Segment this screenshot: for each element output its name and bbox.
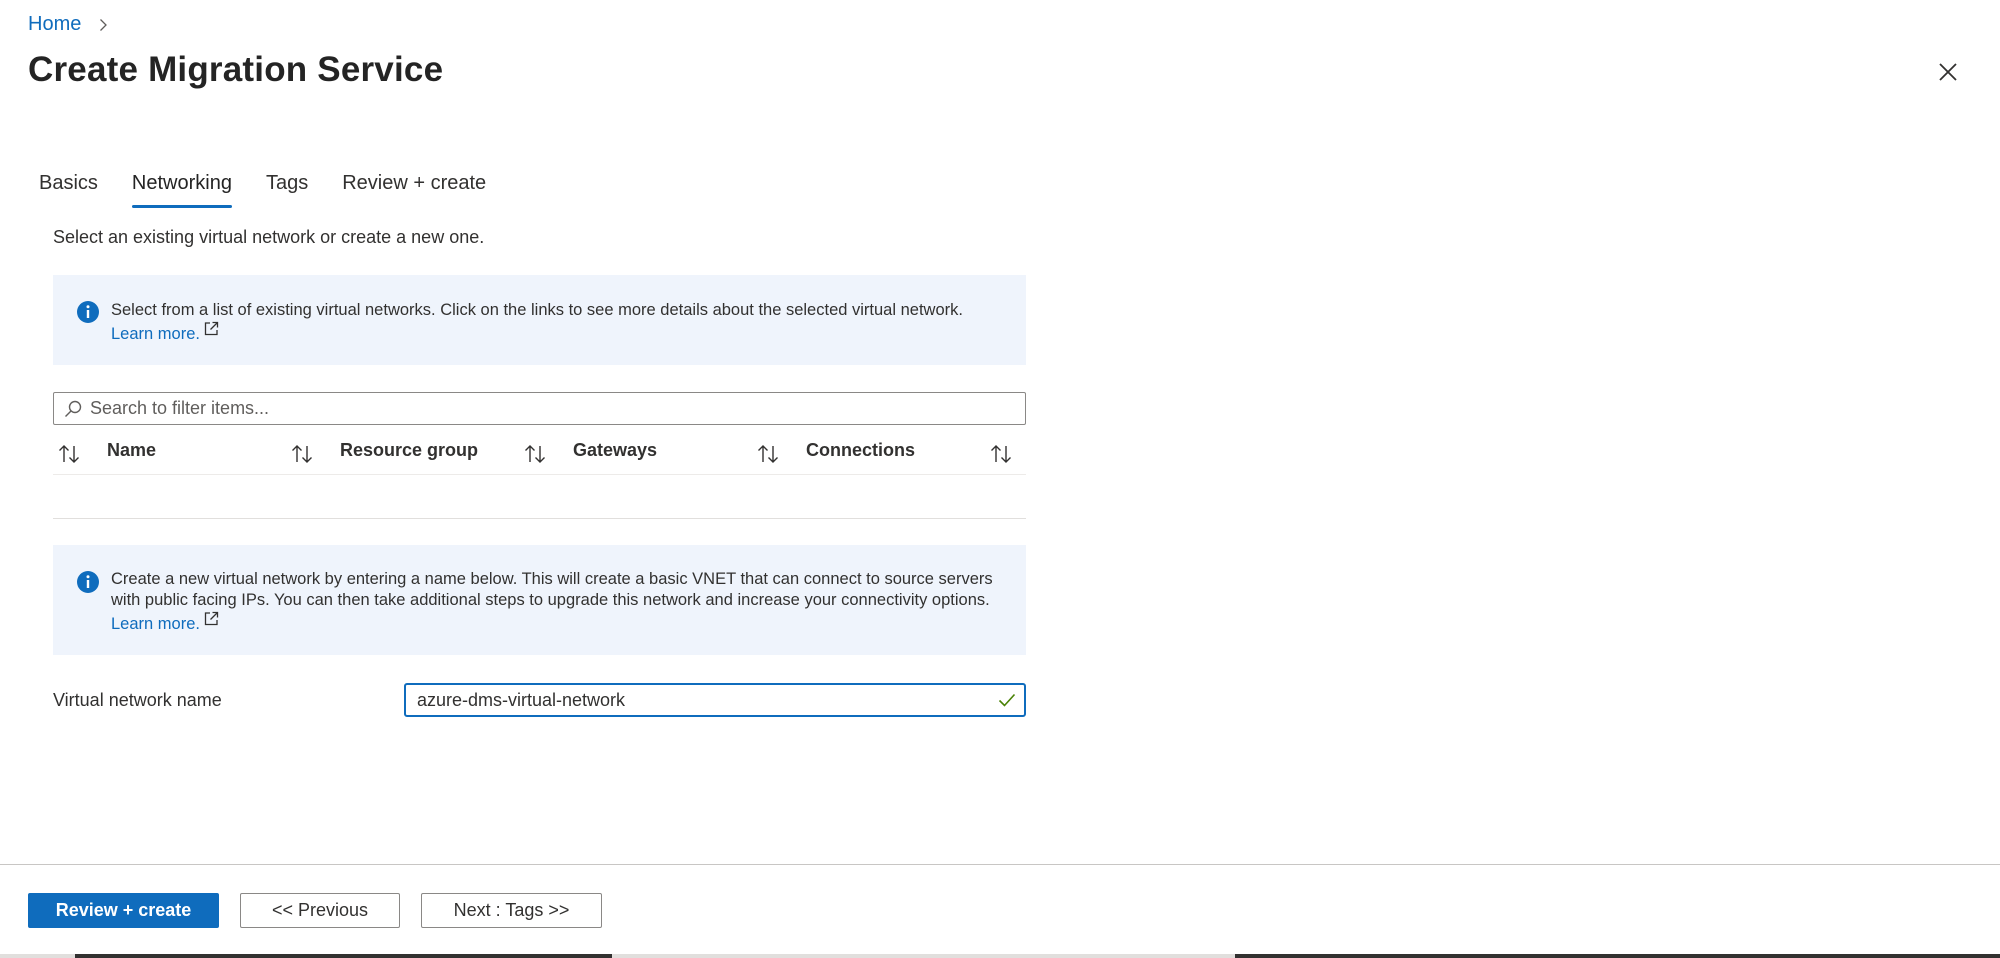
chevron-right-icon [100, 18, 108, 31]
networking-intro-text: Select an existing virtual network or cr… [53, 227, 485, 247]
close-button[interactable] [1932, 56, 1964, 88]
search-input[interactable] [90, 398, 990, 419]
window-bottom-bar [0, 954, 2000, 958]
close-icon [1939, 63, 1957, 81]
sort-icon[interactable] [989, 443, 1013, 465]
review-create-button[interactable]: Review + create [28, 893, 219, 928]
tab-basics[interactable]: Basics [39, 168, 98, 208]
footer-divider [0, 864, 2000, 865]
next-tags-button[interactable]: Next : Tags >> [421, 893, 602, 928]
filter-search-box[interactable] [53, 392, 1026, 425]
info-banner-text: Create a new virtual network by entering… [111, 569, 1006, 635]
info-icon [77, 301, 99, 323]
info-banner-existing-networks: Select from a list of existing virtual n… [53, 275, 1026, 365]
sort-icon[interactable] [523, 443, 547, 465]
virtual-network-name-field[interactable] [404, 683, 1026, 717]
vnet-grid-header: Name Resource group Gateways Connections [53, 433, 1026, 475]
info-existing-text: Select from a list of existing virtual n… [111, 301, 963, 319]
tab-networking[interactable]: Networking [131, 168, 233, 208]
breadcrumb-home-link[interactable]: Home [28, 13, 81, 36]
vnet-grid-body [53, 475, 1026, 519]
tab-tags[interactable]: Tags [266, 168, 308, 208]
bottom-bar-segment [1235, 954, 2000, 958]
column-header-resource-group[interactable]: Resource group [340, 440, 478, 461]
virtual-network-name-label: Virtual network name [53, 690, 222, 710]
checkmark-icon [998, 693, 1016, 707]
tab-review-create[interactable]: Review + create [342, 168, 486, 208]
column-header-gateways[interactable]: Gateways [573, 440, 657, 461]
learn-more-link[interactable]: Learn more. [111, 325, 200, 343]
virtual-network-name-input[interactable] [417, 689, 977, 711]
wizard-tabs: Basics Networking Tags Review + create [39, 168, 520, 208]
sort-icon[interactable] [756, 443, 780, 465]
previous-button[interactable]: << Previous [240, 893, 400, 928]
sort-icon[interactable] [290, 443, 314, 465]
info-new-text: Create a new virtual network by entering… [111, 570, 993, 609]
sort-icon[interactable] [57, 443, 81, 465]
learn-more-link[interactable]: Learn more. [111, 615, 200, 633]
column-header-name[interactable]: Name [107, 440, 156, 461]
info-icon [77, 571, 99, 593]
page-title: Create Migration Service [28, 50, 444, 89]
external-link-icon [204, 321, 219, 336]
search-icon [65, 400, 82, 417]
external-link-icon [204, 611, 219, 626]
column-header-connections[interactable]: Connections [806, 440, 915, 461]
bottom-bar-segment [75, 954, 612, 958]
info-banner-text: Select from a list of existing virtual n… [111, 300, 1006, 345]
breadcrumb: Home [28, 13, 111, 36]
info-banner-new-network: Create a new virtual network by entering… [53, 545, 1026, 655]
